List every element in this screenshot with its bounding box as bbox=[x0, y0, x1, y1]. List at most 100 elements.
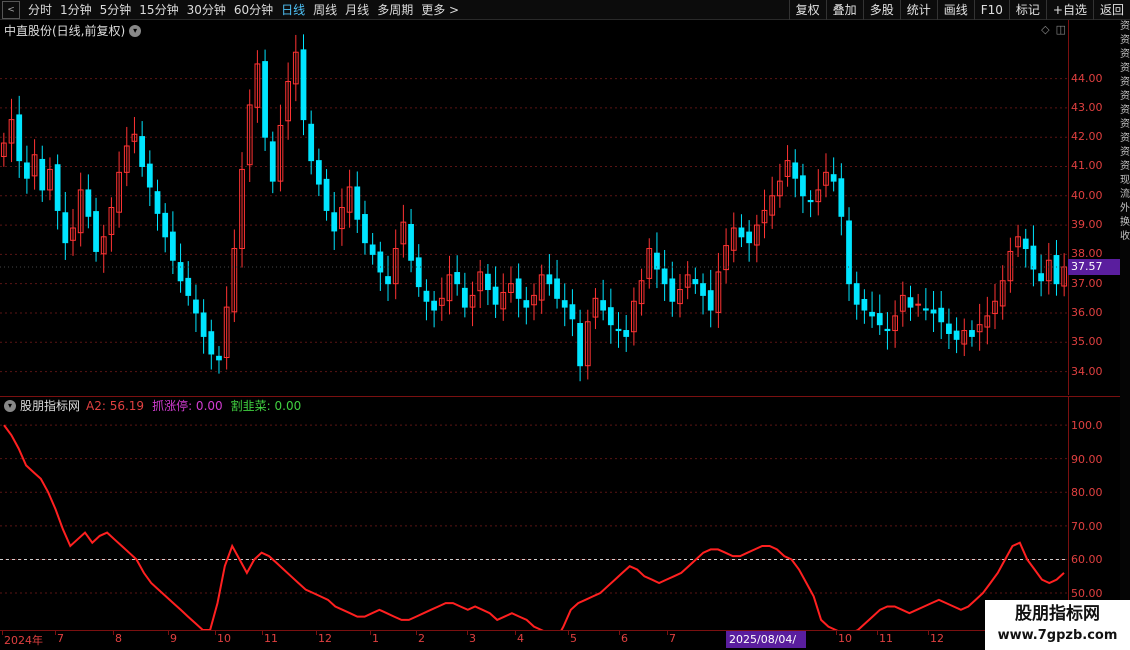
candle bbox=[1053, 240, 1060, 296]
a2-line bbox=[3, 424, 1065, 630]
candle-body bbox=[792, 162, 799, 179]
candle bbox=[654, 232, 660, 289]
action-button-6[interactable]: 标记 bbox=[1008, 0, 1046, 20]
date-tick bbox=[316, 631, 317, 635]
period-tab-8[interactable]: 月线 bbox=[341, 0, 373, 20]
candle bbox=[308, 110, 315, 175]
candle bbox=[8, 98, 15, 163]
kline-chart[interactable] bbox=[0, 20, 1068, 395]
candle bbox=[77, 172, 84, 247]
right-strip-item: 资 bbox=[1120, 21, 1130, 32]
action-button-8[interactable]: 返回 bbox=[1092, 0, 1130, 20]
date-label: 9 bbox=[170, 632, 177, 645]
action-button-2[interactable]: 多股 bbox=[862, 0, 900, 20]
candle bbox=[922, 288, 929, 321]
candle-body bbox=[523, 300, 530, 308]
candle-body bbox=[930, 309, 937, 314]
candle bbox=[746, 220, 753, 262]
candle bbox=[131, 116, 138, 154]
candle-body bbox=[615, 328, 622, 332]
candle bbox=[346, 169, 353, 228]
candle bbox=[446, 255, 453, 315]
indicator-chart[interactable] bbox=[0, 415, 1068, 630]
candle-body bbox=[54, 164, 61, 211]
date-label: 4 bbox=[517, 632, 524, 645]
candle-body bbox=[362, 214, 368, 244]
period-tab-2[interactable]: 5分钟 bbox=[96, 0, 136, 20]
candle-body bbox=[515, 278, 522, 299]
candle-body bbox=[177, 262, 184, 282]
toolbar: < 分时 1分钟 5分钟 15分钟 30分钟 60分钟 日线 周线 月线 多周期 更多 > 复权 叠加… bbox=[0, 0, 1130, 20]
candle bbox=[469, 281, 476, 327]
action-button-5[interactable]: F10 bbox=[973, 0, 1009, 20]
candle bbox=[116, 151, 122, 228]
action-button-4[interactable]: 画线 bbox=[936, 0, 974, 20]
action-button-7[interactable]: +自选 bbox=[1045, 0, 1093, 20]
candle bbox=[0, 132, 7, 167]
candle bbox=[830, 157, 837, 192]
candle bbox=[684, 261, 691, 300]
period-tab-1[interactable]: 1分钟 bbox=[56, 0, 96, 20]
candle bbox=[876, 294, 883, 335]
candle bbox=[85, 174, 92, 229]
candle bbox=[669, 261, 676, 317]
candle bbox=[400, 204, 407, 258]
candle-body bbox=[969, 330, 975, 337]
period-tab-7[interactable]: 周线 bbox=[309, 0, 341, 20]
candle-body bbox=[454, 272, 461, 285]
price-axis-label: 37.00 bbox=[1071, 276, 1103, 290]
date-tick bbox=[877, 631, 878, 635]
candle bbox=[753, 214, 760, 263]
candle-body bbox=[915, 303, 922, 306]
candle-body bbox=[1053, 255, 1060, 285]
candle-body bbox=[661, 268, 668, 285]
left-arrow-icon[interactable]: < bbox=[2, 1, 20, 19]
chevron-down-icon[interactable]: ▾ bbox=[4, 399, 16, 412]
period-tab-0[interactable]: 分时 bbox=[24, 0, 56, 20]
action-button-3[interactable]: 统计 bbox=[899, 0, 937, 20]
date-tick bbox=[836, 631, 837, 635]
period-tab-5[interactable]: 60分钟 bbox=[230, 0, 277, 20]
candle bbox=[292, 34, 299, 102]
candle-body bbox=[546, 274, 553, 285]
candle-body bbox=[193, 299, 199, 314]
candle bbox=[607, 288, 614, 344]
candle bbox=[39, 145, 46, 202]
candle bbox=[54, 154, 61, 230]
candle bbox=[784, 145, 791, 187]
candle bbox=[907, 285, 914, 321]
right-strip-item: 流 bbox=[1120, 189, 1130, 200]
date-axis: 2025/08/04/— 2024年7891011121234567101112 bbox=[0, 630, 1068, 650]
period-tab-3[interactable]: 15分钟 bbox=[135, 0, 182, 20]
action-button-1[interactable]: 叠加 bbox=[825, 0, 863, 20]
candle bbox=[938, 290, 945, 340]
candle bbox=[623, 315, 630, 352]
period-tab-6[interactable]: 日线 bbox=[277, 0, 309, 20]
candle bbox=[700, 273, 706, 315]
candle-body bbox=[262, 61, 268, 138]
candle bbox=[661, 249, 668, 301]
right-strip-item: 资 bbox=[1120, 63, 1130, 74]
date-label: 7 bbox=[57, 632, 64, 645]
candle bbox=[846, 207, 852, 301]
period-tab-4[interactable]: 30分钟 bbox=[183, 0, 230, 20]
candle-body bbox=[669, 278, 676, 302]
action-button-0[interactable]: 复权 bbox=[788, 0, 826, 20]
candle bbox=[738, 214, 745, 248]
candle bbox=[538, 264, 545, 314]
candle bbox=[1022, 228, 1029, 268]
candle-body bbox=[331, 212, 338, 232]
period-tab-10[interactable]: 更多 > bbox=[417, 0, 463, 20]
period-tab-9[interactable]: 多周期 bbox=[373, 0, 417, 20]
candle bbox=[362, 200, 368, 255]
indicator-name[interactable]: 股朋指标网 bbox=[20, 397, 80, 414]
date-tick bbox=[2, 631, 3, 635]
date-tick bbox=[168, 631, 169, 635]
candle-body bbox=[154, 191, 161, 214]
right-strip-item: 资 bbox=[1120, 35, 1130, 46]
candle bbox=[454, 255, 461, 296]
candle-body bbox=[830, 174, 837, 182]
candle bbox=[761, 189, 768, 239]
candle bbox=[838, 163, 845, 236]
candle-body bbox=[554, 278, 560, 299]
